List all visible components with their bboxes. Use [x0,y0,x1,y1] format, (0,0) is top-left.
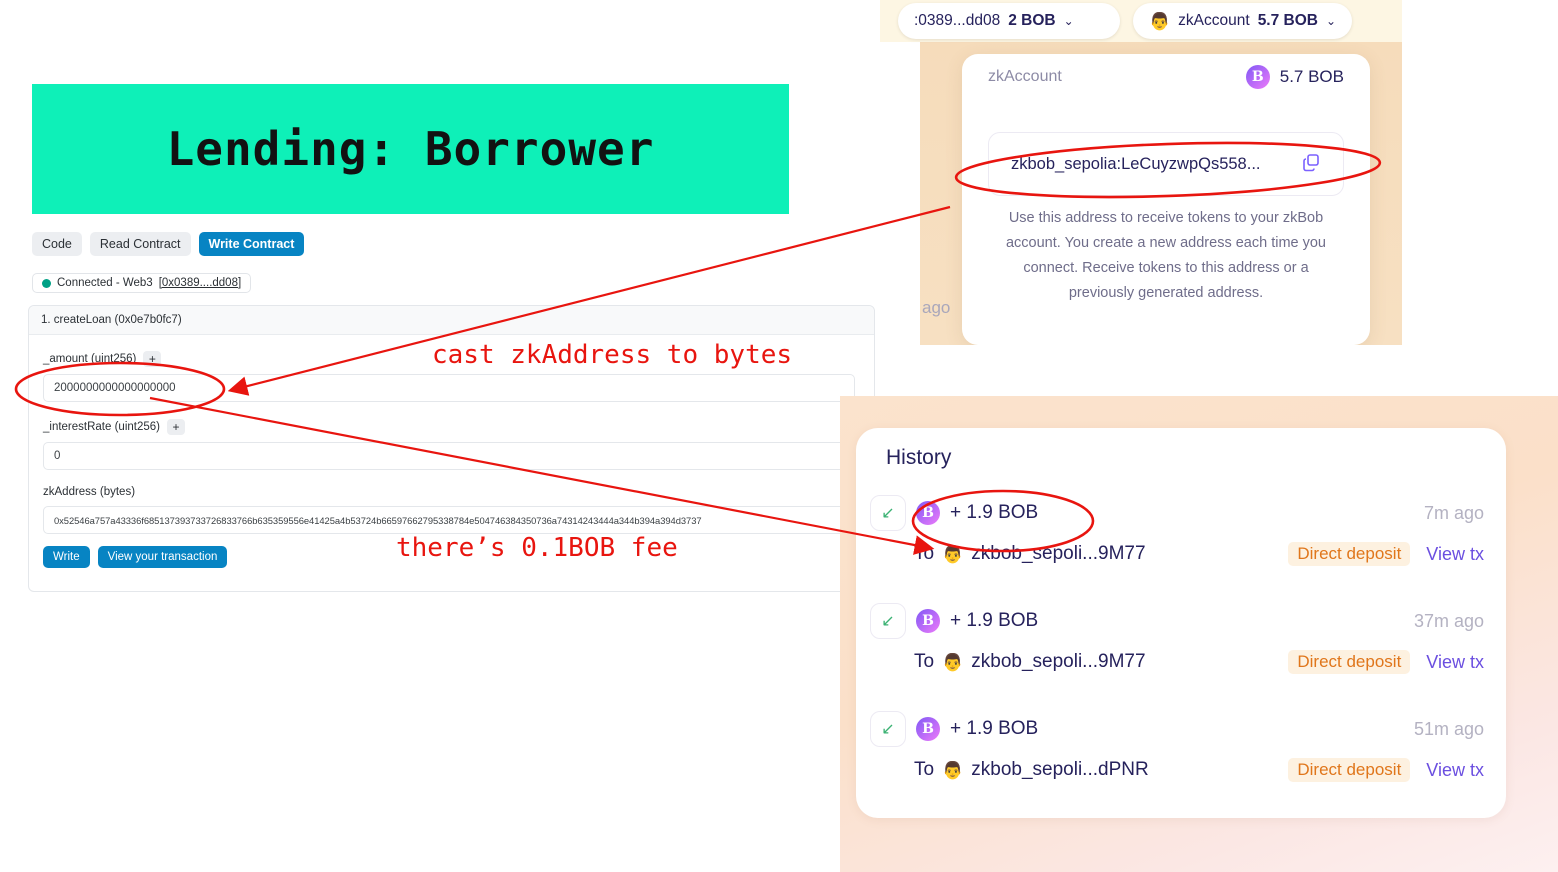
zkbob-receive-popover-region: :0389...dd08 2 BOB ⌄ 👨 zkAccount 5.7 BOB… [880,0,1402,345]
avatar: 👨 [942,760,964,780]
view-tx-link[interactable]: View tx [1426,652,1484,673]
wallet-connection-status[interactable]: Connected - Web3 [0x0389....dd08] [32,273,252,293]
page-banner: Lending: Borrower [32,84,789,214]
amount-field-label: _amount (uint256) + [43,351,162,367]
tx-amount: + 1.9 BOB [950,718,1039,739]
bob-coin-icon: B [916,501,940,525]
receive-address-text: zkbob_sepolia:LeCuyzwpQs558... [1011,154,1261,173]
zkaccount-label: zkAccount [988,68,1062,85]
tx-recipient: To 👨 zkbob_sepoli...dPNR [914,759,1149,780]
status-badge: Direct deposit [1288,650,1411,674]
zkaddress-input[interactable]: 0x52546a757a43336f685137393733726833766b… [43,506,855,534]
history-panel-region: History ↙ B + 1.9 BOB 7m ago To 👨 zkbob_… [840,396,1558,872]
zkaccount-summary-row: zkAccount B 5.7 BOB [962,54,1370,100]
table-row[interactable]: ↙ B + 1.9 BOB 7m ago To 👨 zkbob_sepoli..… [870,492,1484,574]
receive-address-help-text: Use this address to receive tokens to yo… [1005,210,1326,301]
tx-recipient: To 👨 zkbob_sepoli...9M77 [914,543,1146,564]
avatar: 👨 [942,544,964,564]
form-actions: Write View your transaction [43,546,228,568]
status-badge: Direct deposit [1288,542,1411,566]
connection-label: Connected - Web3 [57,277,153,289]
interest-rate-field-label: _interestRate (uint256) + [43,419,185,435]
zkaccount-pill[interactable]: 👨 zkAccount 5.7 BOB ⌄ [1133,3,1353,39]
tab-write-contract[interactable]: Write Contract [198,232,305,256]
write-button[interactable]: Write [43,546,90,568]
chevron-down-icon[interactable]: ⌄ [1064,14,1074,28]
annotation-note-cast: cast zkAddress to bytes [432,340,793,370]
status-badge: Direct deposit [1288,758,1411,782]
table-row[interactable]: ↙ B + 1.9 BOB 51m ago To 👨 zkbob_sepoli.… [870,708,1484,790]
amount-plus-icon[interactable]: + [143,351,162,367]
bob-coin-icon: B [916,609,940,633]
zkaccount-pill-balance: 5.7 BOB [1257,12,1318,29]
avatar: 👨 [1149,11,1171,31]
tx-amount-row: ↙ B + 1.9 BOB 51m ago [870,708,1484,750]
tx-timestamp: 51m ago [1413,718,1484,739]
history-card: History ↙ B + 1.9 BOB 7m ago To 👨 zkbob_… [856,428,1506,818]
tx-detail-row: To 👨 zkbob_sepoli...9M77 Direct deposit … [870,642,1484,682]
tx-detail-row: To 👨 zkbob_sepoli...9M77 Direct deposit … [870,534,1484,574]
zkaccount-balance: B 5.7 BOB [1245,65,1344,89]
receive-address-box[interactable]: zkbob_sepolia:LeCuyzwpQs558... [988,132,1344,196]
incoming-arrow-icon: ↙ [870,603,906,639]
function-header: 1. createLoan (0x0e7b0fc7) [29,306,874,335]
view-tx-link[interactable]: View tx [1426,544,1484,565]
tab-read-contract[interactable]: Read Contract [89,232,191,256]
incoming-arrow-icon: ↙ [870,495,906,531]
tx-amount-row: ↙ B + 1.9 BOB 37m ago [870,600,1484,642]
amount-input[interactable]: 2000000000000000000 [43,374,855,402]
interest-rate-input[interactable]: 0 [43,442,855,470]
page-title: Lending: Borrower [166,122,655,176]
wallet-pill-balance: 2 BOB [1008,12,1056,29]
copy-icon[interactable] [1301,152,1321,177]
wallet-pill-address: :0389...dd08 [914,12,1001,29]
tx-amount: + 1.9 BOB [950,610,1039,631]
avatar: 👨 [942,652,964,672]
tx-meta: Direct deposit View tx [1288,650,1484,674]
wallet-pill[interactable]: :0389...dd08 2 BOB ⌄ [898,3,1120,39]
zkaddress-field-label: zkAddress (bytes) [43,486,136,498]
annotation-note-fee: there’s 0.1BOB fee [396,533,678,563]
background-ago-text: ago [922,298,951,317]
chevron-down-icon[interactable]: ⌄ [1326,14,1336,28]
table-row[interactable]: ↙ B + 1.9 BOB 37m ago To 👨 zkbob_sepoli.… [870,600,1484,682]
tx-detail-row: To 👨 zkbob_sepoli...dPNR Direct deposit … [870,750,1484,790]
view-tx-link[interactable]: View tx [1426,760,1484,781]
tx-meta: Direct deposit View tx [1288,758,1484,782]
contract-explorer-panel: Lending: Borrower Code Read Contract Wri… [0,0,900,872]
status-dot-icon [42,278,51,288]
zkaccount-pill-label: zkAccount [1178,12,1250,29]
view-transaction-button[interactable]: View your transaction [97,546,228,568]
tx-meta: Direct deposit View tx [1288,542,1484,566]
tx-timestamp: 7m ago [1423,502,1484,523]
bob-coin-icon: B [1245,65,1270,89]
tx-amount-row: ↙ B + 1.9 BOB 7m ago [870,492,1484,534]
zkbob-receive-panel: zkAccount B 5.7 BOB zkbob_sepolia:LeCuyz… [962,54,1370,345]
tab-code[interactable]: Code [32,232,82,256]
incoming-arrow-icon: ↙ [870,711,906,747]
interest-rate-plus-icon[interactable]: + [166,419,185,435]
contract-tabs[interactable]: Code Read Contract Write Contract [32,232,305,256]
tx-amount: + 1.9 BOB [950,502,1039,523]
history-title: History [886,446,952,469]
tx-recipient: To 👨 zkbob_sepoli...9M77 [914,651,1146,672]
zkbob-left-gutter [880,42,920,345]
bob-coin-icon: B [916,717,940,741]
connected-address-link[interactable]: [0x0389....dd08] [159,277,241,289]
tx-timestamp: 37m ago [1413,610,1484,631]
